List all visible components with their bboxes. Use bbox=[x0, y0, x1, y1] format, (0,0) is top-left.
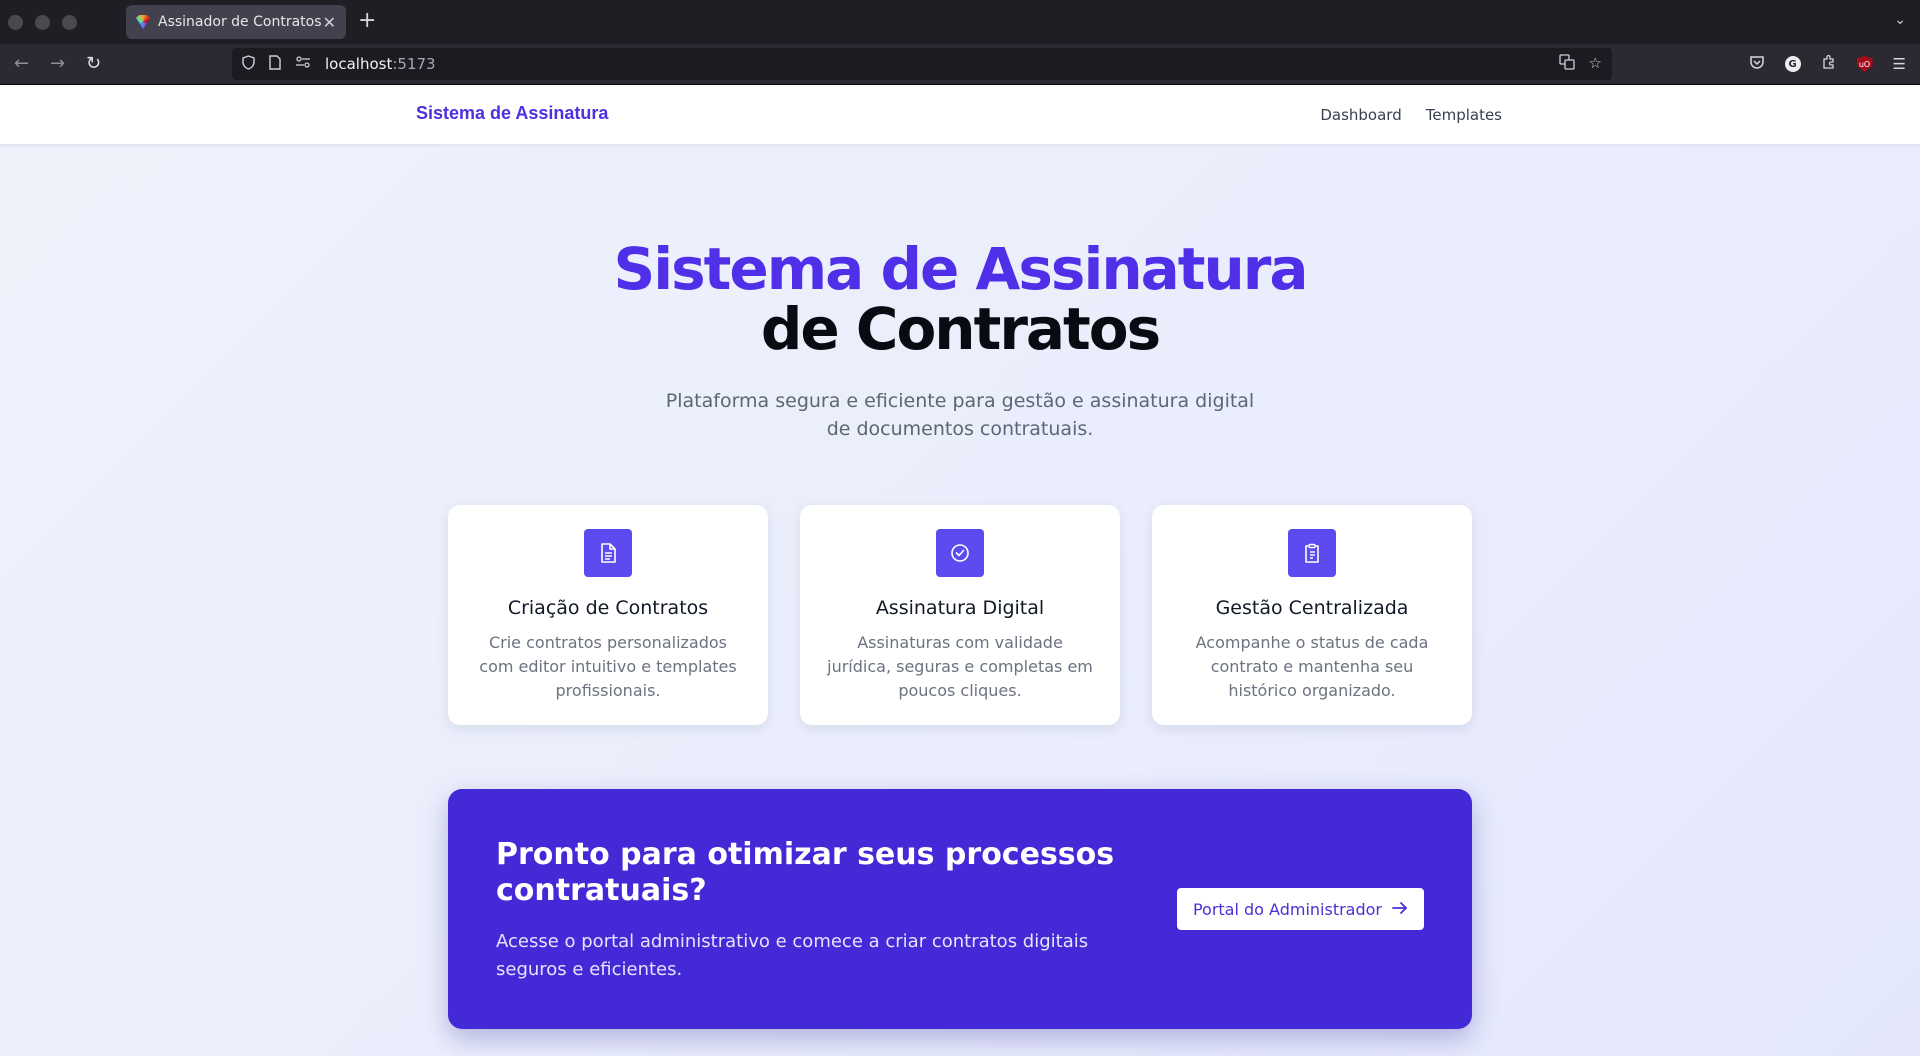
brand-logo-link[interactable]: Sistema de Assinatura bbox=[416, 103, 608, 124]
main-nav: Dashboard Templates bbox=[1320, 106, 1502, 124]
feature-description: Acompanhe o status de cada contrato e ma… bbox=[1195, 633, 1429, 700]
feature-description: Crie contratos personalizados com editor… bbox=[479, 633, 737, 700]
feature-card-contract-creation: Criação de Contratos Crie contratos pers… bbox=[448, 505, 768, 725]
feature-card-digital-signature: Assinatura Digital Assinaturas com valid… bbox=[800, 505, 1120, 725]
forward-arrow-icon[interactable]: → bbox=[50, 53, 65, 75]
features-grid: Criação de Contratos Crie contratos pers… bbox=[0, 505, 1920, 725]
close-window-button[interactable] bbox=[8, 14, 23, 30]
extensions-puzzle-icon[interactable] bbox=[1821, 54, 1837, 74]
minimize-window-button[interactable] bbox=[35, 14, 50, 30]
new-tab-button[interactable]: + bbox=[358, 9, 376, 33]
arrow-right-icon bbox=[1392, 900, 1408, 919]
site-permissions-icon[interactable] bbox=[295, 56, 311, 72]
admin-portal-button-label: Portal do Administrador bbox=[1192, 899, 1382, 919]
close-tab-icon[interactable]: ✕ bbox=[323, 13, 336, 32]
admin-portal-button[interactable]: Portal do Administrador bbox=[1176, 888, 1424, 930]
page-title: Sistema de Assinatura de Contratos bbox=[0, 239, 1920, 359]
cta-description: Acesse o portal administrativo e comece … bbox=[496, 931, 1089, 980]
clipboard-icon bbox=[1288, 529, 1336, 577]
document-icon bbox=[584, 529, 632, 577]
back-arrow-icon[interactable]: ← bbox=[14, 53, 29, 75]
feature-title: Gestão Centralizada bbox=[1215, 597, 1409, 619]
ublock-origin-icon[interactable]: uO bbox=[1856, 56, 1873, 72]
bookmark-star-icon[interactable]: ☆ bbox=[1589, 54, 1602, 74]
app-favicon-icon bbox=[136, 15, 150, 29]
nav-link-dashboard[interactable]: Dashboard bbox=[1320, 106, 1401, 124]
feature-title: Criação de Contratos bbox=[507, 597, 709, 619]
browser-toolbar: ← → ↻ localhost:5173 ☆ G uO ☰ bbox=[0, 44, 1920, 85]
app-header: Sistema de Assinatura Dashboard Template… bbox=[0, 85, 1920, 145]
web-page: Sistema de Assinatura Dashboard Template… bbox=[0, 85, 1920, 1056]
cta-banner: Pronto para otimizar seus processos cont… bbox=[448, 789, 1472, 1029]
pocket-icon[interactable] bbox=[1749, 55, 1765, 74]
page-title-line-1: Sistema de Assinatura bbox=[613, 235, 1308, 303]
tab-title: Assinador de Contratos bbox=[158, 14, 322, 30]
url-text: localhost:5173 bbox=[325, 55, 436, 73]
cta-title: Pronto para otimizar seus processos cont… bbox=[496, 837, 1115, 908]
app-menu-icon[interactable]: ☰ bbox=[1893, 55, 1906, 73]
feature-description: Assinaturas com validade jurídica, segur… bbox=[827, 633, 1093, 700]
window-controls bbox=[8, 14, 77, 30]
feature-card-centralized-management: Gestão Centralizada Acompanhe o status d… bbox=[1152, 505, 1472, 725]
toolbar-extensions: G uO ☰ bbox=[1749, 54, 1906, 74]
check-circle-icon bbox=[936, 529, 984, 577]
grammarly-extension-icon[interactable]: G bbox=[1784, 56, 1801, 72]
hero-subtitle: Plataforma segura e eficiente para gestã… bbox=[665, 390, 1255, 440]
browser-tab[interactable]: Assinador de Contratos ✕ bbox=[126, 5, 346, 39]
hero-section: Sistema de Assinatura de Contratos Plata… bbox=[0, 239, 1920, 443]
list-tabs-chevron-icon[interactable]: ⌄ bbox=[1894, 12, 1906, 28]
shield-icon[interactable] bbox=[242, 54, 255, 74]
url-bar[interactable]: localhost:5173 ☆ bbox=[232, 48, 1612, 80]
maximize-window-button[interactable] bbox=[62, 14, 77, 30]
browser-tabstrip: Assinador de Contratos ✕ + ⌄ bbox=[0, 0, 1920, 44]
reload-icon[interactable]: ↻ bbox=[86, 53, 101, 75]
nav-link-templates[interactable]: Templates bbox=[1426, 106, 1502, 124]
page-title-line-2: de Contratos bbox=[760, 295, 1161, 363]
feature-title: Assinatura Digital bbox=[875, 597, 1045, 619]
page-icon[interactable] bbox=[269, 54, 281, 74]
translate-icon[interactable] bbox=[1558, 54, 1575, 74]
